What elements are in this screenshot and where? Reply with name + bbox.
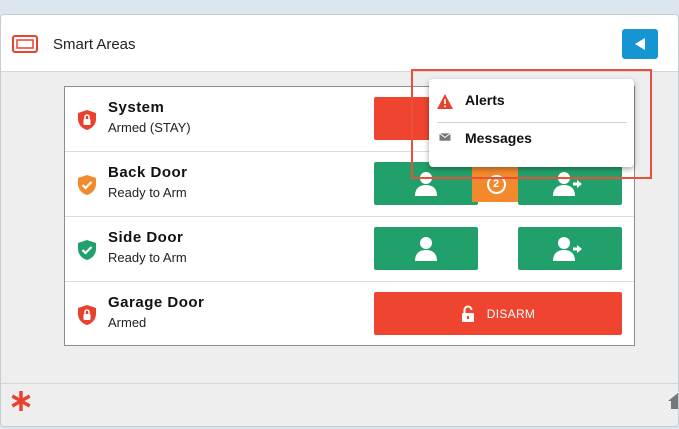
page-title: Smart Areas [53,36,136,53]
highlight-box [411,69,652,179]
back-arrow-icon [635,38,645,50]
shield-check-icon [78,175,96,195]
asterisk-icon[interactable] [10,390,32,412]
area-name: System [108,99,165,116]
area-name: Side Door [108,229,184,246]
home-icon[interactable] [668,391,679,409]
area-name: Back Door [108,164,188,181]
area-status: Ready to Arm [108,185,187,200]
footer-bar [1,383,679,426]
unlock-icon [461,305,474,322]
disarm-label: DISARM [486,306,536,321]
shield-lock-icon [78,305,96,325]
shield-lock-icon [78,110,96,130]
arm-away-button[interactable] [518,227,622,270]
person-leave-icon [553,236,582,261]
header-bar: Smart Areas [1,15,678,72]
app-frame: Smart Areas System Armed (STAY) Back Doo… [0,14,679,427]
shield-check-icon [78,240,96,260]
back-button[interactable] [622,29,658,59]
area-row-garage-door: Garage Door Armed DISARM [65,282,634,347]
area-status: Armed (STAY) [108,120,191,135]
area-row-side-door: Side Door Ready to Arm [65,217,634,282]
smart-areas-icon [12,35,38,53]
person-icon [415,236,437,261]
area-status: Armed [108,315,147,330]
arm-stay-button[interactable] [374,227,478,270]
area-status: Ready to Arm [108,250,187,265]
disarm-button[interactable]: DISARM [374,292,622,335]
area-name: Garage Door [108,294,205,311]
